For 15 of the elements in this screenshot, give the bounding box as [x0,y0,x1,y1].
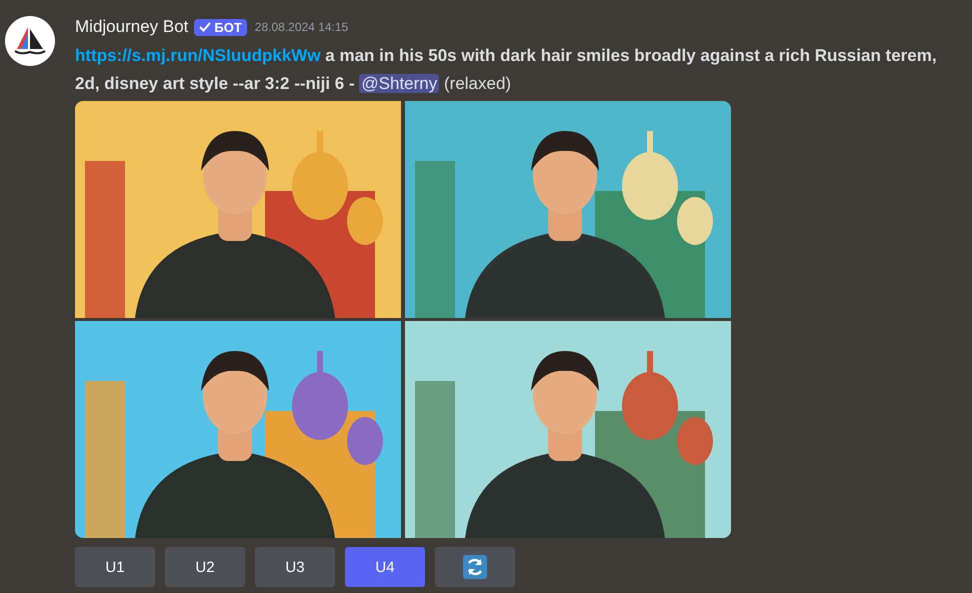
check-icon [199,22,212,32]
message-text: https://s.mj.run/NSIuudpkkWw a man in his 50s with dark hair smiles broadly against a rich Russian terem, 2d, disney art style --ar 3:2 --niji 6 - @Shterny (relaxed) [75,45,938,95]
prompt-link[interactable]: https://s.mj.run/NSIuudpkkWw [75,46,321,65]
upscale-button[interactable]: U2 [165,547,245,587]
upscale-button[interactable]: U3 [255,547,335,587]
refresh-icon [463,555,487,579]
author-name[interactable]: Midjourney Bot [75,17,188,37]
upscale-button[interactable]: U4 [345,547,425,587]
avatar[interactable] [5,16,55,66]
reroll-button[interactable] [435,547,515,587]
timestamp: 28.08.2024 14:15 [254,20,348,34]
upscale-button[interactable]: U1 [75,547,155,587]
bot-badge: БОТ [194,18,247,36]
sailboat-icon [13,25,47,57]
user-mention[interactable]: @Shterny [359,74,440,93]
